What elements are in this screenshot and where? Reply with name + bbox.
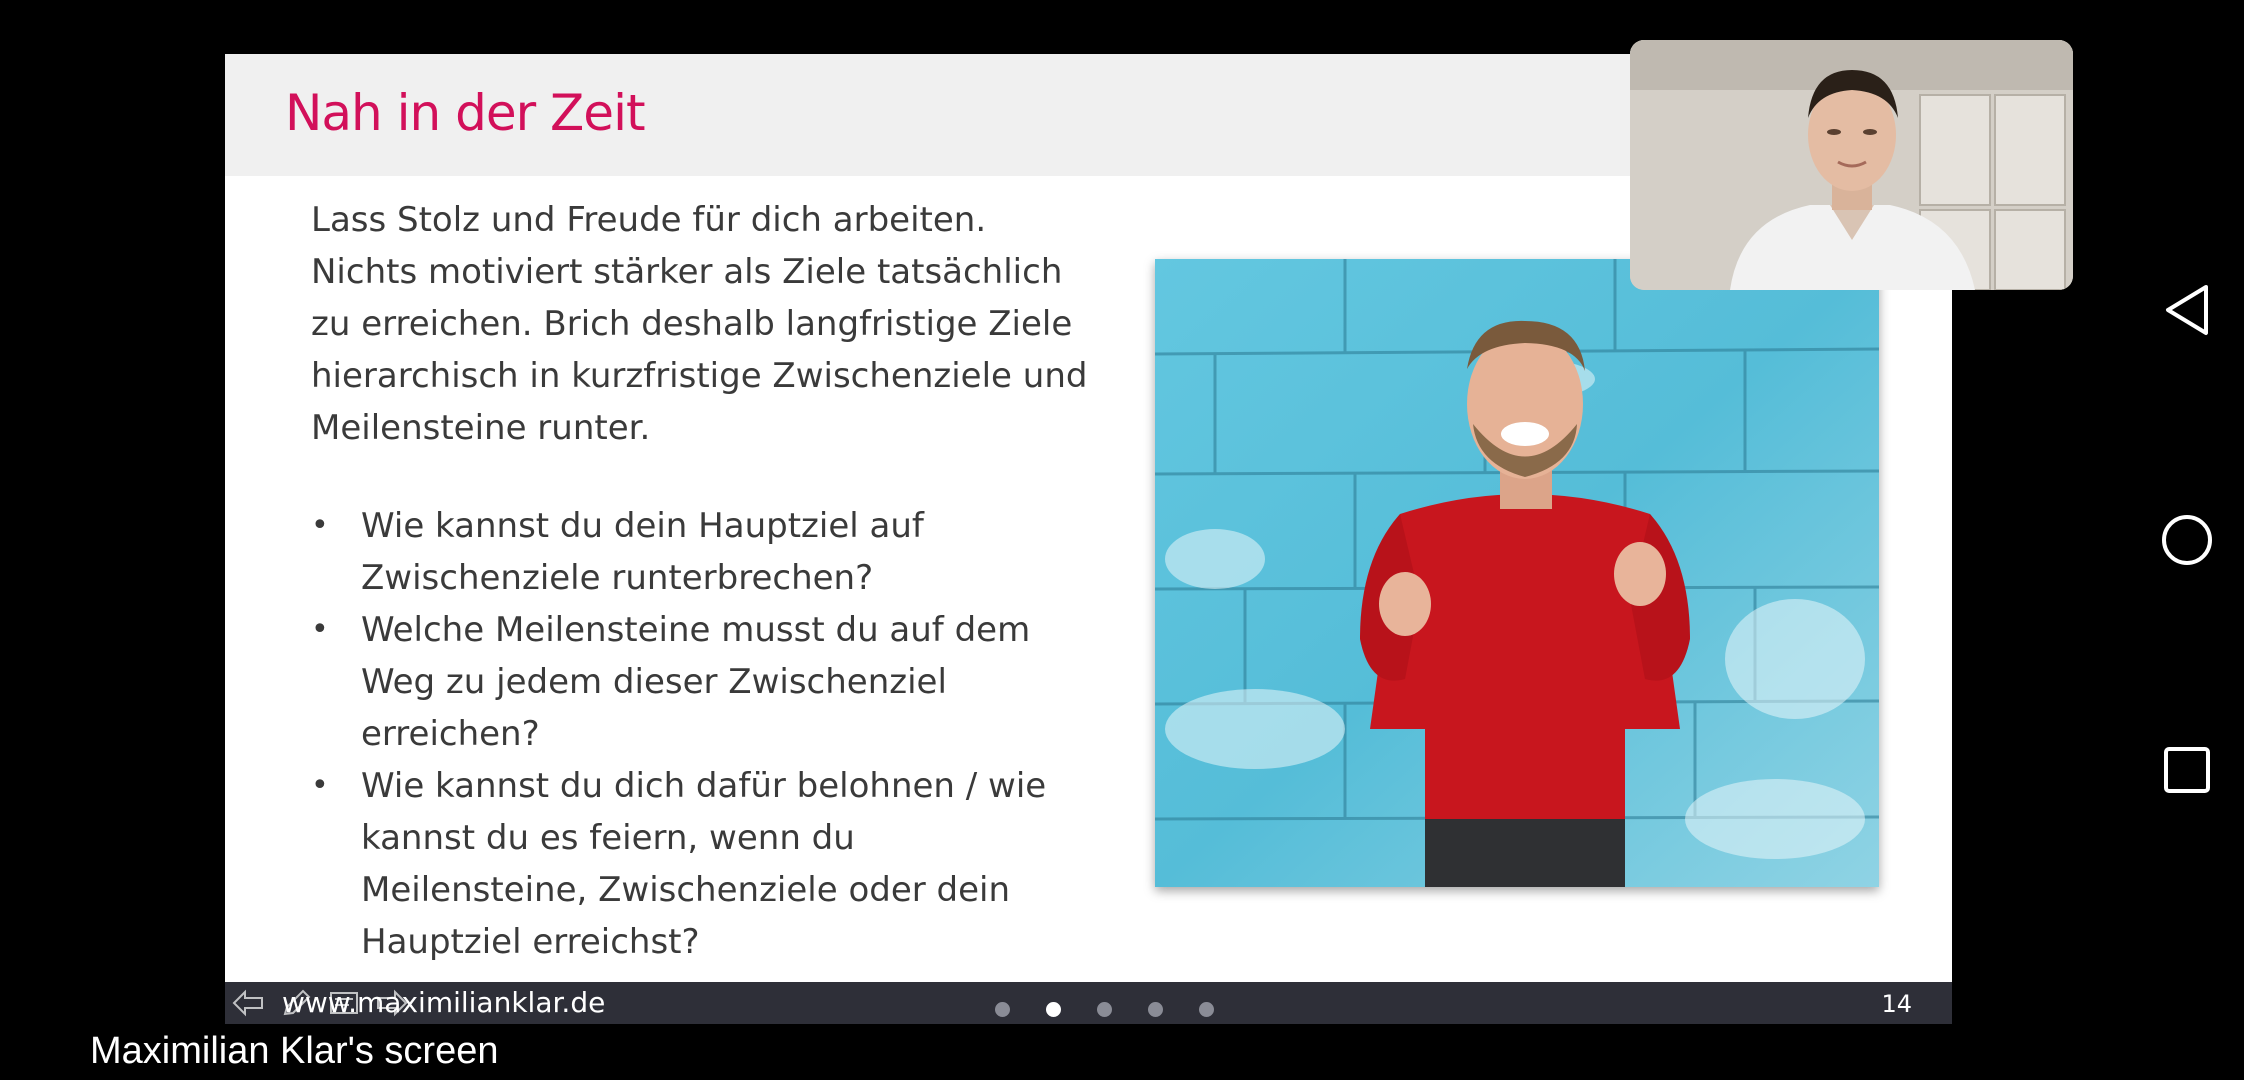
android-nav-bar <box>2130 0 2244 1080</box>
presenter-webcam[interactable] <box>1630 40 2073 290</box>
question-list: • Wie kannst du dein Hauptziel auf Zwisc… <box>311 500 1121 968</box>
intro-paragraph: Lass Stolz und Freude für dich arbeiten.… <box>311 194 1121 454</box>
screen-share-caption: Maximilian Klar's screen <box>90 1030 499 1072</box>
pagination-dot-active[interactable] <box>1046 1002 1061 1017</box>
list-item-line: Welche Meilensteine musst du auf dem <box>361 610 1031 650</box>
list-item-line: Zwischenziele runterbrechen? <box>361 558 874 598</box>
intro-line: Nichts motiviert stärker als Ziele tatsä… <box>311 252 1063 292</box>
back-arrow-icon[interactable] <box>231 986 265 1020</box>
list-item-line: Wie kannst du dich dafür belohnen / wie <box>361 766 1047 806</box>
slide-body: Lass Stolz und Freude für dich arbeiten.… <box>311 194 1121 968</box>
bullet-dot: • <box>311 768 329 803</box>
slide-footer: www.maximilianklar.de 14 <box>225 982 1952 1024</box>
screen: Nah in der Zeit Lass Stolz und Freude fü… <box>0 0 2244 1080</box>
recents-square-icon[interactable] <box>2157 740 2217 800</box>
footer-url: www.maximilianklar.de <box>282 986 606 1019</box>
slide-pagination <box>995 1002 1214 1017</box>
bullet-dot: • <box>311 612 329 647</box>
list-item: • Wie kannst du dein Hauptziel auf Zwisc… <box>311 500 1121 604</box>
intro-line: Meilensteine runter. <box>311 408 651 448</box>
back-triangle-icon[interactable] <box>2157 280 2217 340</box>
bullet-dot: • <box>311 508 329 543</box>
list-item-line: erreichen? <box>361 714 540 754</box>
celebrating-man-photo <box>1155 259 1879 887</box>
list-item: • Wie kannst du dich dafür belohnen / wi… <box>311 760 1121 968</box>
list-item-line: kannst du es feiern, wenn du <box>361 818 855 858</box>
list-item-line: Wie kannst du dein Hauptziel auf <box>361 506 924 546</box>
intro-line: zu erreichen. Brich deshalb langfristige… <box>311 304 1073 344</box>
list-item: • Welche Meilensteine musst du auf dem W… <box>311 604 1121 760</box>
slide-title: Nah in der Zeit <box>285 84 646 142</box>
pagination-dot[interactable] <box>995 1002 1010 1017</box>
intro-line: Lass Stolz und Freude für dich arbeiten. <box>311 200 987 240</box>
pagination-dot[interactable] <box>1199 1002 1214 1017</box>
list-item-line: Meilensteine, Zwischenziele oder dein <box>361 870 1011 910</box>
home-circle-icon[interactable] <box>2157 510 2217 570</box>
intro-line: hierarchisch in kurzfristige Zwischenzie… <box>311 356 1088 396</box>
page-number: 14 <box>1881 990 1912 1018</box>
pagination-dot[interactable] <box>1097 1002 1112 1017</box>
list-item-line: Hauptziel erreichst? <box>361 922 700 962</box>
list-item-line: Weg zu jedem dieser Zwischenziel <box>361 662 947 702</box>
pagination-dot[interactable] <box>1148 1002 1163 1017</box>
